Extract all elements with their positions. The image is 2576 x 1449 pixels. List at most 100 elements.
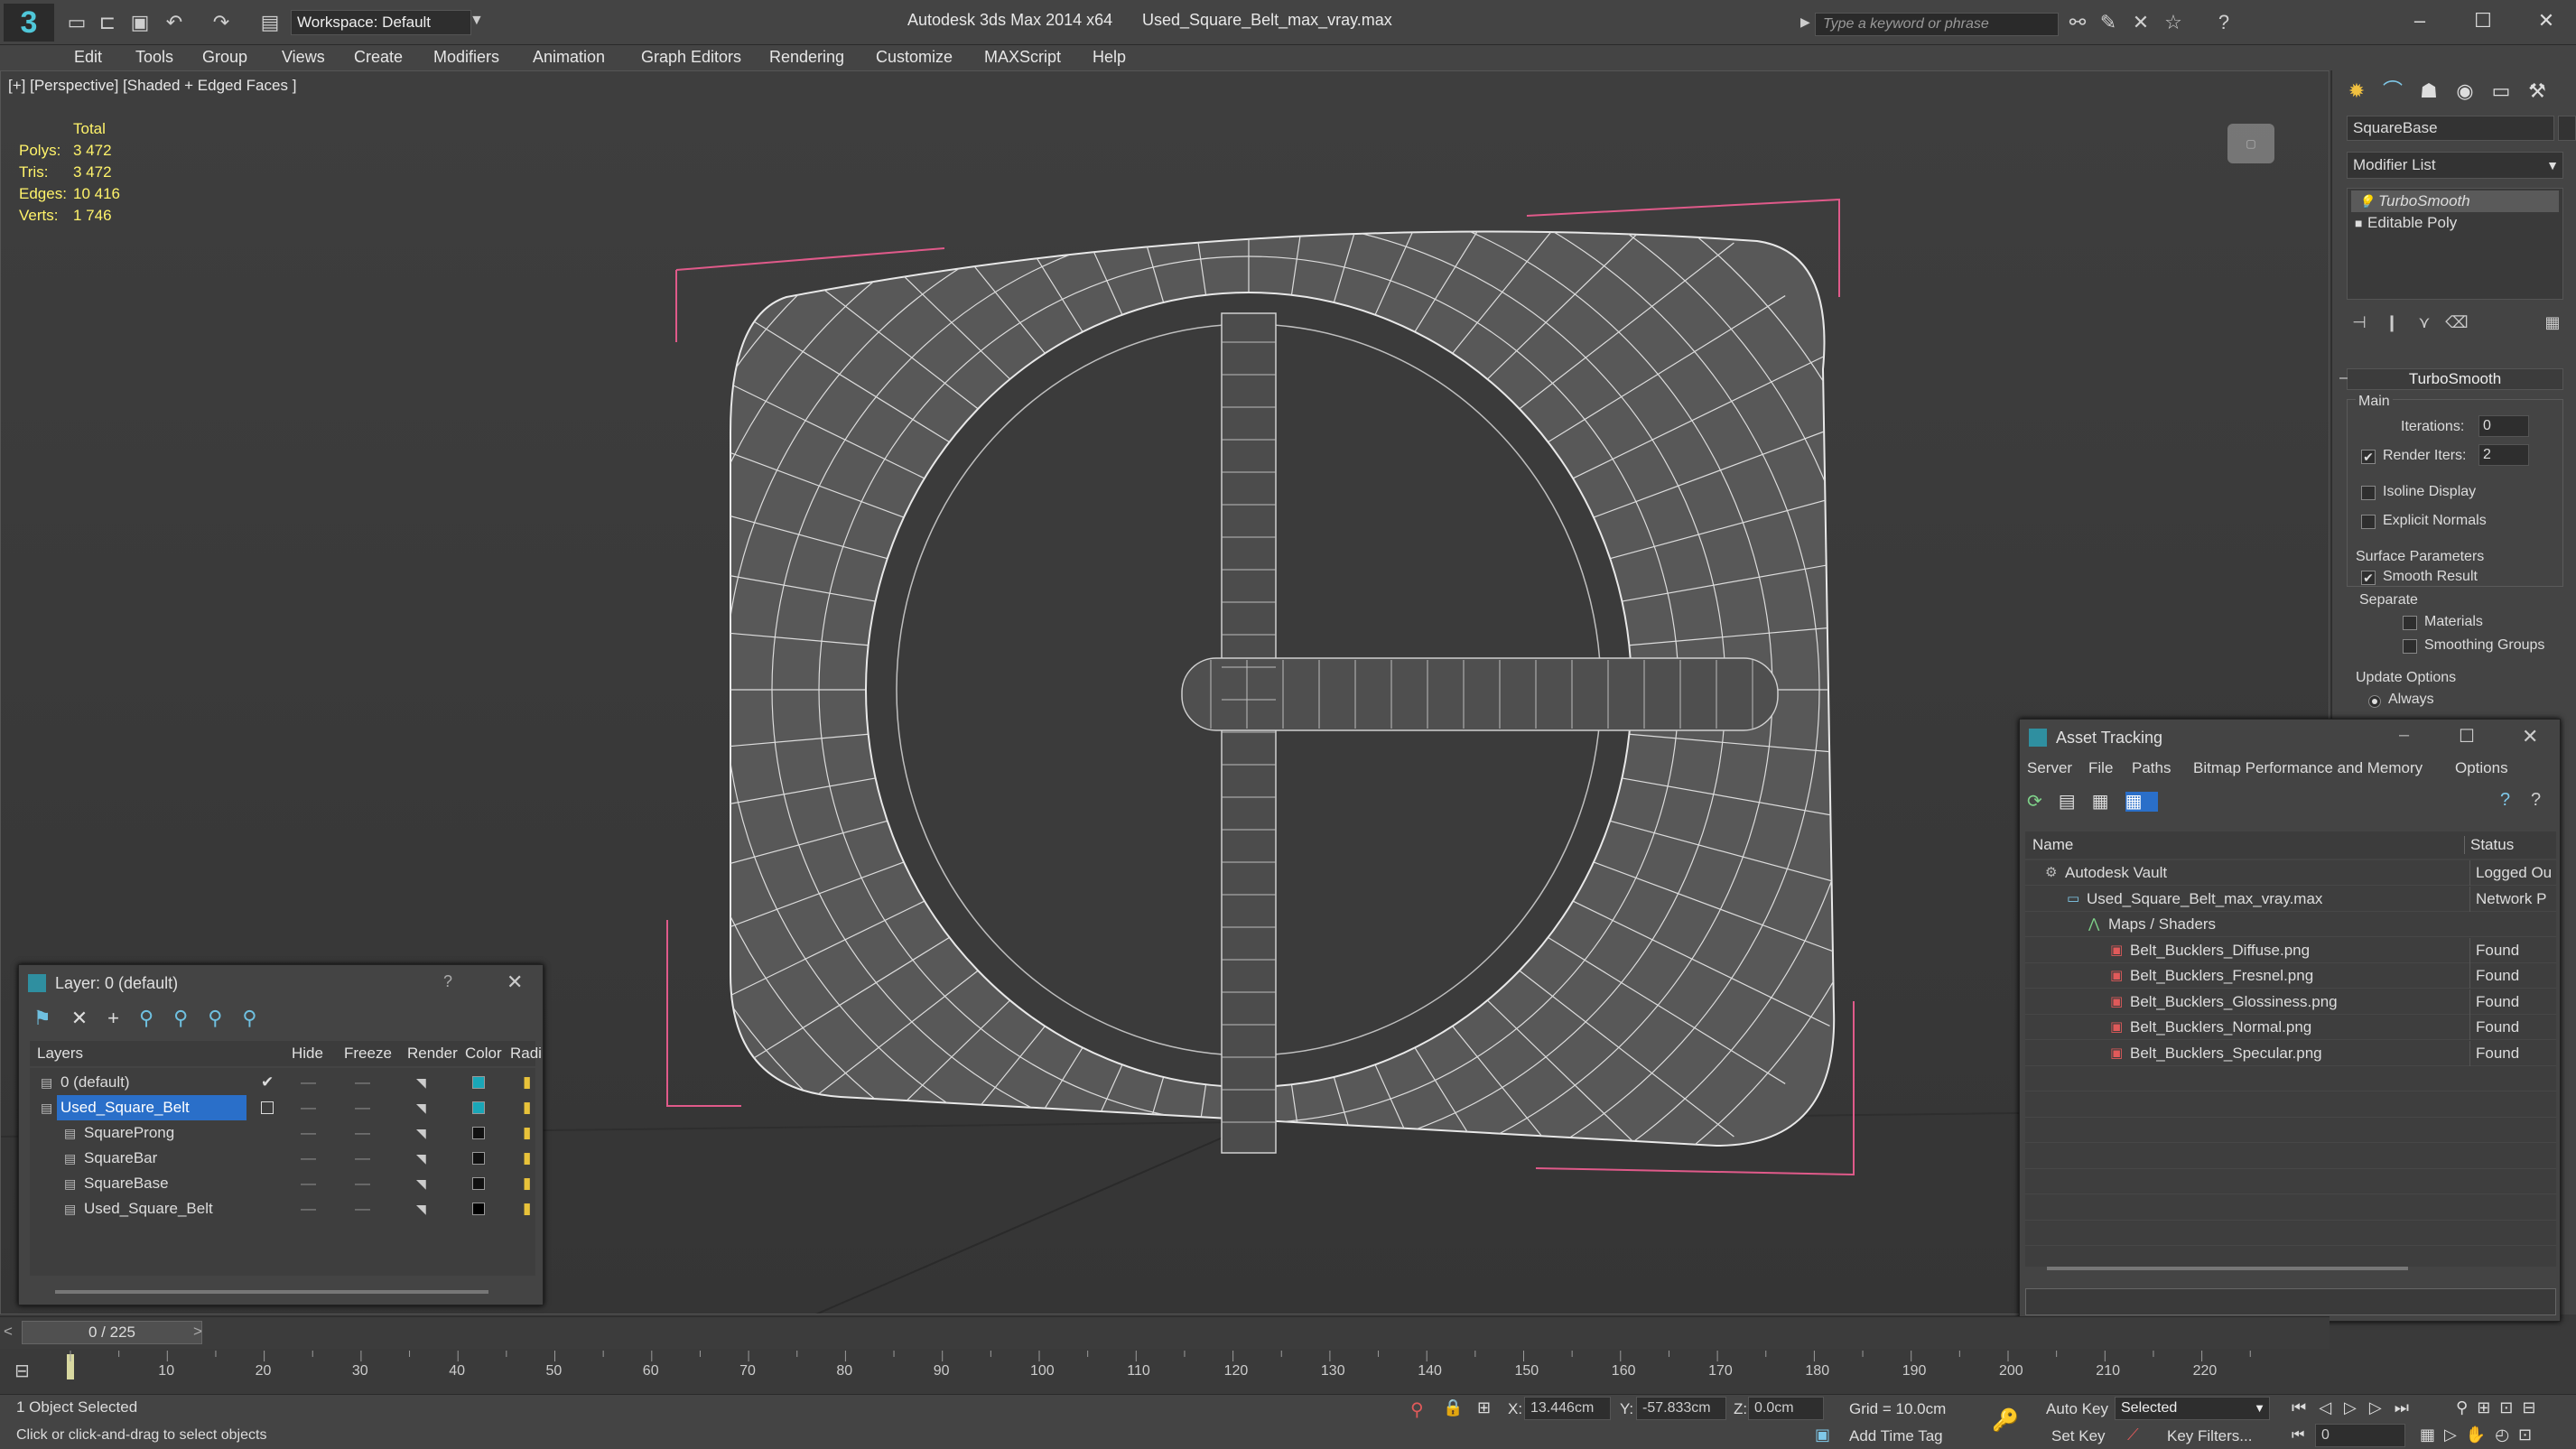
key-icon[interactable]: 🔑 bbox=[1992, 1407, 2019, 1434]
asset-row[interactable]: ▣ Belt_Bucklers_Diffuse.png Found bbox=[2025, 937, 2556, 963]
radiosity-icon[interactable]: ▮ bbox=[523, 1095, 531, 1120]
freeze-toggle-icon[interactable]: — bbox=[355, 1095, 370, 1120]
save-icon[interactable]: ▣ bbox=[128, 11, 152, 34]
rollout-collapse-icon[interactable]: – bbox=[2339, 370, 2348, 386]
menu-help[interactable]: Help bbox=[1093, 48, 1126, 67]
prev-frame-icon[interactable]: ◁ bbox=[2319, 1398, 2344, 1416]
make-unique-icon[interactable]: ⋎ bbox=[2412, 311, 2437, 334]
time-prev-icon[interactable]: < bbox=[4, 1323, 13, 1341]
hide-toggle-icon[interactable]: — bbox=[301, 1070, 316, 1095]
asset-menu-bitmap[interactable]: Bitmap Performance and Memory bbox=[2193, 759, 2423, 777]
menu-tools[interactable]: Tools bbox=[135, 48, 173, 67]
help-icon[interactable]: ? bbox=[2212, 11, 2236, 34]
next-frame-icon[interactable]: ▷ bbox=[2369, 1398, 2395, 1416]
object-name-field[interactable]: SquareBase bbox=[2347, 116, 2554, 141]
close-icon[interactable]: ✕ bbox=[507, 971, 523, 994]
layer-scrollbar[interactable] bbox=[55, 1290, 488, 1294]
explicit-normals-checkbox[interactable] bbox=[2361, 515, 2376, 529]
selection-set-dropdown[interactable]: Selected ▼ bbox=[2115, 1397, 2270, 1420]
isoline-checkbox[interactable] bbox=[2361, 486, 2376, 500]
layer-row[interactable]: ▤ SquareBar — — ◥ ▮ bbox=[30, 1146, 535, 1171]
layer-color-swatch[interactable] bbox=[472, 1203, 485, 1215]
layer-color-swatch[interactable] bbox=[472, 1177, 485, 1190]
time-slider[interactable]: < 0 / 225 > bbox=[0, 1316, 2330, 1349]
absolute-mode-icon[interactable]: ⊞ bbox=[1477, 1398, 1491, 1417]
display-tab-icon[interactable]: ▭ bbox=[2484, 76, 2518, 107]
render-toggle-icon[interactable]: ◥ bbox=[416, 1095, 426, 1120]
y-coord-field[interactable]: -57.833cm bbox=[1636, 1397, 1726, 1420]
asset-path-field[interactable] bbox=[2025, 1288, 2556, 1315]
track-bar[interactable]: ⊟ 10 20 30 40 50 60 70 80 90 100 110 120 130 140 150 16… bbox=[0, 1349, 2330, 1394]
play-icon[interactable]: ▷ bbox=[2344, 1398, 2369, 1416]
render-toggle-icon[interactable]: ◥ bbox=[416, 1120, 426, 1146]
thumbnail-view-icon[interactable]: ▦ bbox=[2092, 792, 2125, 812]
asset-window-title[interactable]: Asset Tracking bbox=[2020, 720, 2560, 756]
asset-row[interactable]: ▣ Belt_Bucklers_Glossiness.png Found bbox=[2025, 989, 2556, 1015]
layer-window-title[interactable]: Layer: 0 (default) bbox=[19, 965, 543, 1001]
viewport-label[interactable]: [+] [Perspective] [Shaded + Edged Faces … bbox=[8, 77, 296, 95]
create-layer-icon[interactable]: ⚑ bbox=[33, 1007, 71, 1029]
asset-row[interactable]: ▭ Used_Square_Belt_max_vray.max Network P bbox=[2025, 886, 2556, 912]
menu-customize[interactable]: Customize bbox=[876, 48, 953, 67]
layer-color-swatch[interactable] bbox=[472, 1101, 485, 1114]
hide-toggle-icon[interactable]: — bbox=[301, 1120, 316, 1146]
minimize-button[interactable]: – bbox=[2399, 725, 2409, 746]
help-icon[interactable]: ? bbox=[2500, 790, 2510, 811]
menu-graph-editors[interactable]: Graph Editors bbox=[641, 48, 741, 67]
configure-modifier-sets-icon[interactable]: ▦ bbox=[2540, 311, 2565, 334]
layer-name[interactable]: SquareBase bbox=[80, 1171, 172, 1196]
active-layer-toggle-icon[interactable] bbox=[261, 1101, 274, 1114]
freeze-all-layers-icon[interactable]: ⚲ bbox=[242, 1007, 276, 1029]
pan-icon[interactable]: ✋ bbox=[2466, 1426, 2495, 1444]
binoculars-icon[interactable]: ⚯ bbox=[2066, 11, 2089, 34]
hide-all-layers-icon[interactable]: ⚲ bbox=[208, 1007, 242, 1029]
remove-modifier-icon[interactable]: ⌫ bbox=[2444, 311, 2469, 334]
asset-menu-paths[interactable]: Paths bbox=[2132, 759, 2171, 777]
layer-row[interactable]: ▤ Used_Square_Belt — — ◥ ▮ bbox=[30, 1196, 535, 1221]
maximize-button[interactable]: ☐ bbox=[2459, 725, 2475, 748]
menu-edit[interactable]: Edit bbox=[74, 48, 102, 67]
app-logo-icon[interactable]: 3 bbox=[4, 4, 54, 42]
radiosity-icon[interactable]: ▮ bbox=[523, 1171, 531, 1196]
layer-row[interactable]: ▤ Used_Square_Belt — — ◥ ▮ bbox=[30, 1095, 535, 1120]
search-input[interactable]: Type a keyword or phrase bbox=[1815, 13, 2059, 36]
smoothing-groups-checkbox[interactable] bbox=[2403, 639, 2417, 654]
active-layer-check-icon[interactable]: ✔ bbox=[261, 1070, 274, 1095]
goto-end-icon[interactable]: ⏭ bbox=[2395, 1398, 2422, 1416]
select-in-layer-icon[interactable]: ⚲ bbox=[139, 1007, 173, 1029]
redo-icon[interactable]: ↷ bbox=[209, 11, 233, 34]
maximize-viewport-icon[interactable]: ⊡ bbox=[2518, 1426, 2541, 1444]
add-time-tag-button[interactable]: Add Time Tag bbox=[1849, 1427, 1943, 1445]
show-end-result-icon[interactable]: ❙ bbox=[2379, 311, 2404, 334]
layer-row[interactable]: ▤ SquareBase — — ◥ ▮ bbox=[30, 1171, 535, 1196]
time-config-icon[interactable]: ▦ bbox=[2420, 1426, 2444, 1444]
help-button[interactable]: ? bbox=[443, 972, 452, 991]
asset-row[interactable]: ⋀ Maps / Shaders bbox=[2025, 912, 2556, 937]
hide-toggle-icon[interactable]: — bbox=[301, 1171, 316, 1196]
iterations-spinner[interactable]: 0 bbox=[2478, 415, 2529, 437]
smooth-result-checkbox[interactable]: ✔ bbox=[2361, 571, 2376, 585]
layer-name[interactable]: Used_Square_Belt bbox=[80, 1196, 217, 1221]
utilities-tab-icon[interactable]: ⚒ bbox=[2520, 76, 2554, 107]
zoom-extents-all-icon[interactable]: ⊟ bbox=[2522, 1398, 2544, 1416]
layer-color-swatch[interactable] bbox=[472, 1127, 485, 1139]
close-button[interactable]: ✕ bbox=[2528, 7, 2564, 34]
asset-row[interactable]: ▣ Belt_Bucklers_Normal.png Found bbox=[2025, 1015, 2556, 1040]
freeze-toggle-icon[interactable]: — bbox=[355, 1146, 370, 1171]
project-folder-icon[interactable]: ▤ bbox=[258, 11, 282, 34]
layer-name[interactable]: Used_Square_Belt bbox=[57, 1095, 246, 1120]
render-iters-spinner[interactable]: 2 bbox=[2478, 444, 2529, 466]
signin-icon[interactable]: ✕ bbox=[2129, 11, 2153, 34]
freeze-toggle-icon[interactable]: — bbox=[355, 1120, 370, 1146]
workspace-dropdown[interactable]: Workspace: Default bbox=[291, 10, 471, 35]
layer-manager-window[interactable]: Layer: 0 (default) ? ✕ ⚑✕+⚲⚲⚲⚲ Layers Hi… bbox=[18, 964, 544, 1305]
highlight-layer-icon[interactable]: ⚲ bbox=[173, 1007, 208, 1029]
radiosity-icon[interactable]: ▮ bbox=[523, 1070, 531, 1095]
render-toggle-icon[interactable]: ◥ bbox=[416, 1196, 426, 1221]
time-tag-icon[interactable]: ▣ bbox=[1815, 1426, 1830, 1444]
communication-icon[interactable]: ✎ bbox=[2097, 11, 2120, 34]
asset-menu-server[interactable]: Server bbox=[2027, 759, 2072, 777]
asset-menu-options[interactable]: Options bbox=[2455, 759, 2508, 777]
hide-toggle-icon[interactable]: — bbox=[301, 1095, 316, 1120]
materials-checkbox[interactable] bbox=[2403, 616, 2417, 630]
